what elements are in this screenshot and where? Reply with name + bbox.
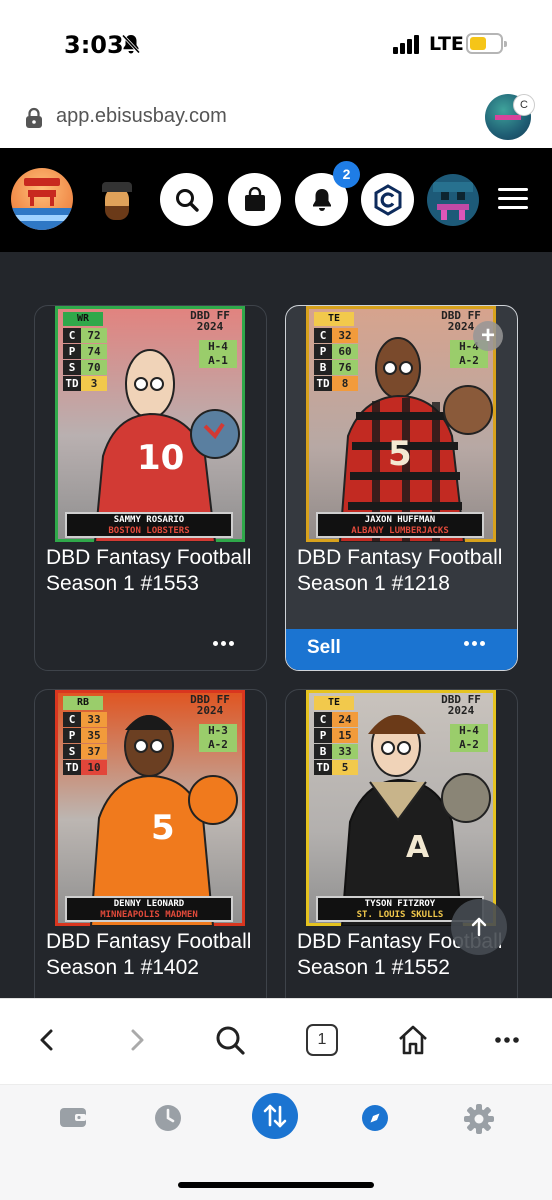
jersey-number: A	[406, 830, 430, 865]
player-name: SAMMY ROSARIO	[113, 515, 185, 525]
forward-icon[interactable]	[124, 1023, 150, 1057]
jersey-number: 10	[137, 438, 185, 478]
player-nameplate: SAMMY ROSARIO BOSTON LOBSTERS	[65, 512, 233, 538]
history-icon[interactable]	[153, 1103, 183, 1133]
position-badge: WR	[63, 312, 103, 326]
nft-card-image[interactable]: A TE C 24 P 15 B 33 TD 5 DBD FF 2024 H-4 A-2…	[306, 690, 496, 926]
home-icon[interactable]	[396, 1023, 430, 1057]
brand-label: DBD FF 2024	[190, 693, 230, 717]
battery-icon	[466, 33, 507, 54]
brand-label: DBD FF 2024	[190, 309, 230, 333]
notification-count-badge: 2	[333, 161, 360, 188]
stats-block: C 72 P 74 S 70 TD 3	[63, 328, 109, 392]
team-name: MINNEAPOLIS MADMEN	[100, 910, 198, 920]
browser-toolbar: 1	[0, 998, 552, 1084]
home-indicator	[178, 1182, 374, 1188]
wallet-icon[interactable]	[58, 1103, 88, 1131]
explore-icon[interactable]	[360, 1103, 390, 1133]
search-button[interactable]	[160, 173, 213, 226]
team-name: BOSTON LOBSTERS	[108, 526, 190, 536]
nft-card[interactable]: 10 WR C 72 P 74 S 70 TD 3 DBD FF 2024 H-4 A-…	[34, 305, 267, 671]
nft-card-title[interactable]: DBD Fantasy Football Season 1 #1218	[297, 545, 512, 597]
lock-icon	[26, 107, 42, 128]
stats-block: C 32 P 60 B 76 TD 8	[314, 328, 360, 392]
network-type: LTE	[429, 33, 464, 55]
home-away-record: H-4 A-2	[450, 724, 488, 752]
address-bar[interactable]: app.ebisusbay.com	[0, 88, 552, 148]
stats-block: C 24 P 15 B 33 TD 5	[314, 712, 360, 776]
nft-card-image[interactable]: 10 WR C 72 P 74 S 70 TD 3 DBD FF 2024 H-4 A-…	[55, 306, 245, 542]
shopping-bag-icon	[244, 186, 265, 211]
profile-badge: C	[513, 94, 535, 116]
player-nameplate: DENNY LEONARD MINNEAPOLIS MADMEN	[65, 896, 233, 922]
ebisus-bay-logo[interactable]	[11, 168, 73, 230]
player-name: JAXON HUFFMAN	[364, 515, 436, 525]
nft-card-image[interactable]: 5 TE C 32 P 60 B 76 TD 8 DBD FF 2024 H-4 A-2…	[306, 306, 496, 542]
mascot-avatar[interactable]	[97, 178, 137, 224]
user-avatar[interactable]	[427, 174, 479, 226]
bell-icon	[312, 188, 331, 211]
hamburger-menu-icon[interactable]	[498, 188, 528, 210]
brand-label: DBD FF 2024	[441, 693, 481, 717]
clock: 3:03	[64, 31, 124, 59]
card-footer	[35, 629, 266, 670]
cart-button[interactable]	[228, 173, 281, 226]
nft-card-title[interactable]: DBD Fantasy Football Season 1 #1553	[46, 545, 261, 597]
nft-grid: 10 WR C 72 P 74 S 70 TD 3 DBD FF 2024 H-4 A-…	[0, 252, 552, 998]
more-options-icon[interactable]	[213, 641, 234, 647]
settings-icon[interactable]	[463, 1103, 495, 1135]
nft-card-title[interactable]: DBD Fantasy Football Season 1 #1402	[46, 929, 261, 981]
battery-fill	[470, 37, 486, 50]
team-name: ALBANY LUMBERJACKS	[351, 526, 449, 536]
position-badge: RB	[63, 696, 103, 710]
more-icon[interactable]	[494, 1023, 520, 1057]
stats-block: C 33 P 35 S 37 TD 10	[63, 712, 109, 776]
arrow-up-icon	[471, 917, 487, 937]
player-name: DENNY LEONARD	[113, 899, 185, 909]
card-footer: Sell	[286, 629, 517, 670]
bell-off-icon	[121, 34, 141, 54]
search-icon[interactable]	[214, 1023, 246, 1057]
position-badge: TE	[314, 696, 354, 710]
add-to-cart-icon[interactable]: +	[473, 321, 503, 351]
home-away-record: H-3 A-2	[199, 724, 237, 752]
app-header	[0, 148, 552, 252]
signal-icon	[393, 34, 421, 54]
position-badge: TE	[314, 312, 354, 326]
cronos-network-button[interactable]	[361, 173, 414, 226]
tabs-icon[interactable]: 1	[306, 1024, 338, 1056]
swap-icon	[263, 1104, 287, 1128]
player-nameplate: JAXON HUFFMAN ALBANY LUMBERJACKS	[316, 512, 484, 538]
search-icon	[175, 188, 199, 212]
status-bar: 3:03 LTE	[0, 0, 552, 88]
sell-button[interactable]: Sell	[307, 637, 341, 659]
home-away-record: H-4 A-1	[199, 340, 237, 368]
scroll-to-top-button[interactable]	[451, 899, 507, 955]
back-icon[interactable]	[34, 1023, 60, 1057]
jersey-number: 5	[151, 808, 175, 848]
nft-card-image[interactable]: 5 RB C 33 P 35 S 37 TD 10 DBD FF 2024 H-3 A-…	[55, 690, 245, 926]
cronos-icon	[374, 183, 401, 216]
swap-button[interactable]	[252, 1093, 298, 1139]
nft-card[interactable]: 5 RB C 33 P 35 S 37 TD 10 DBD FF 2024 H-3 A-…	[34, 689, 267, 998]
nft-card-selected[interactable]: 5 TE C 32 P 60 B 76 TD 8 DBD FF 2024 H-4 A-2…	[285, 305, 518, 671]
jersey-number: 5	[388, 434, 412, 474]
url-text[interactable]: app.ebisusbay.com	[56, 105, 227, 128]
more-options-icon[interactable]	[464, 641, 485, 647]
